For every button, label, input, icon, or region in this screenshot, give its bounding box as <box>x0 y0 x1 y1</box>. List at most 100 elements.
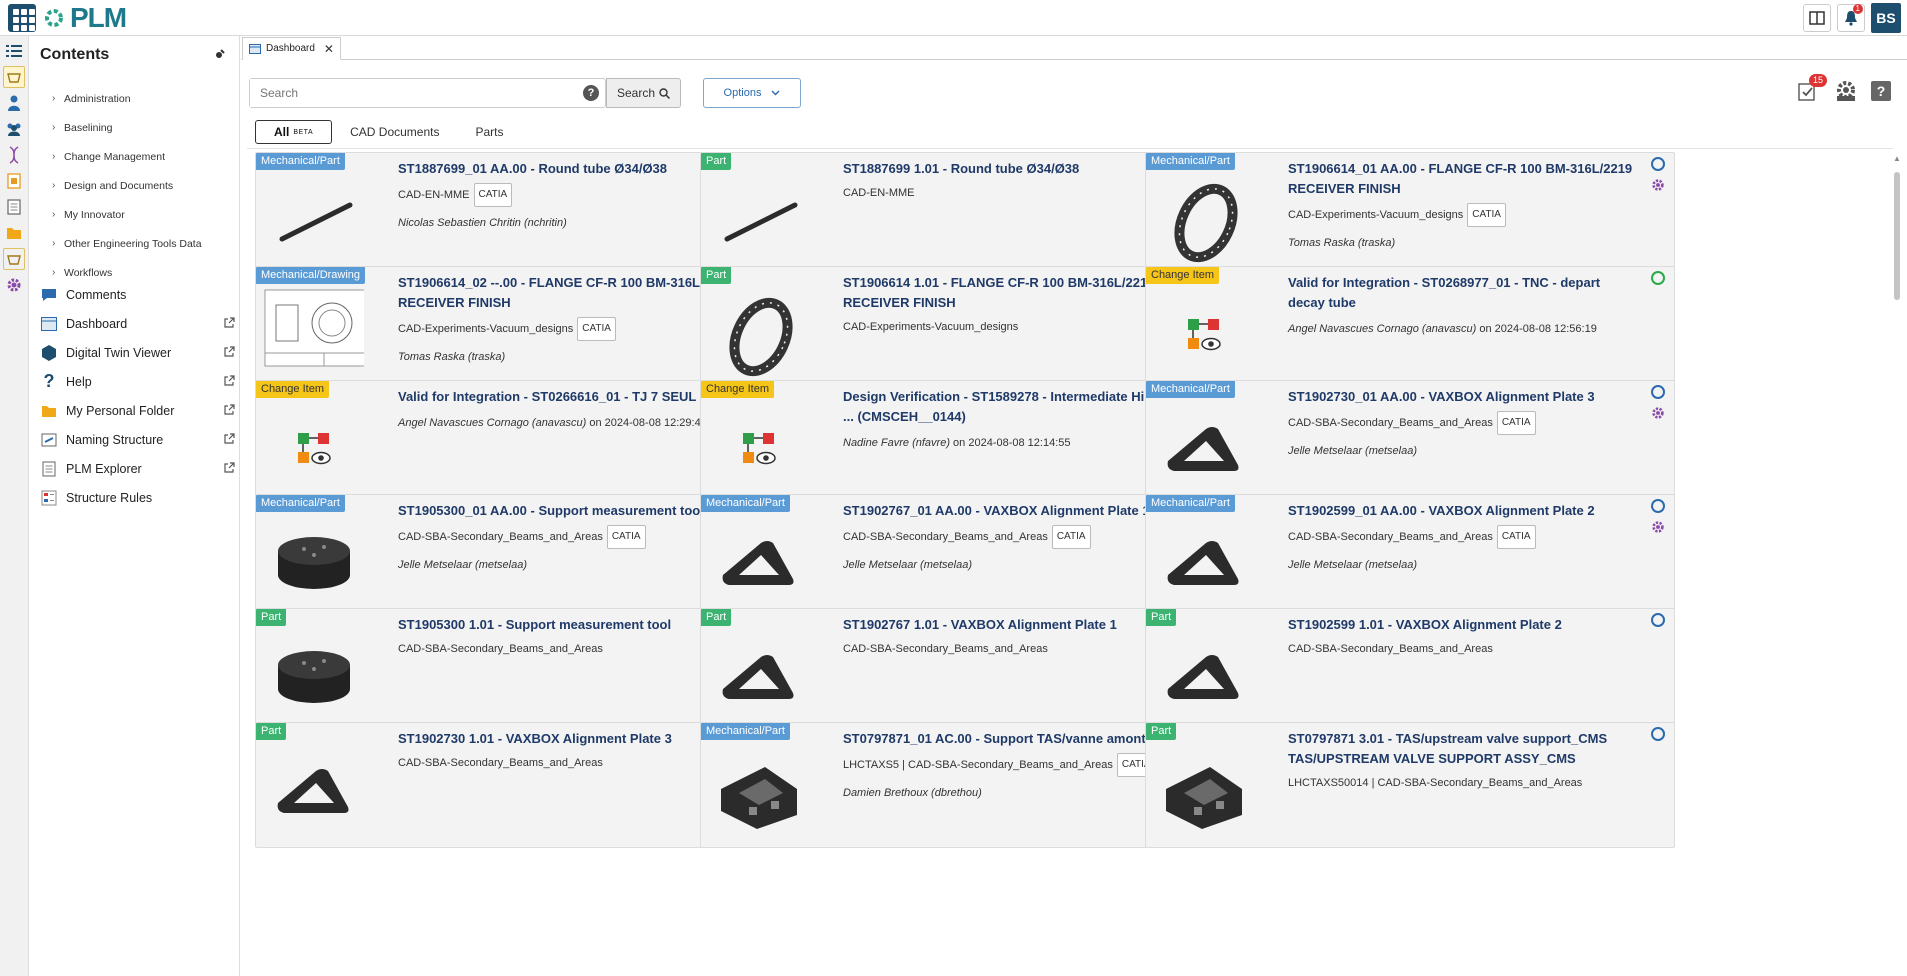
gear-icon[interactable] <box>1651 178 1665 192</box>
beta-settings-button[interactable] <box>1833 78 1859 104</box>
gear-icon[interactable] <box>1651 406 1665 420</box>
thumbnail-image[interactable] <box>1154 631 1254 723</box>
card-date: on 2024-08-08 12:29:44 <box>586 417 707 429</box>
scroll-up-icon[interactable]: ▲ <box>1893 154 1901 163</box>
sidebar-link-dashboard[interactable]: Dashboard <box>40 309 235 338</box>
thumbnail-image[interactable] <box>264 289 364 381</box>
dna-icon[interactable] <box>3 144 25 166</box>
tree-item-other-engineering[interactable]: › Other Engineering Tools Data <box>52 229 232 258</box>
card-title[interactable]: ST0797871_01 AC.00 - Support TAS/vanne a… <box>843 731 1182 746</box>
sidebar-link-naming-structure[interactable]: Naming Structure <box>40 425 235 454</box>
thumbnail-image[interactable] <box>709 745 809 837</box>
card-title[interactable]: ST1902767_01 AA.00 - VAXBOX Alignment Pl… <box>843 503 1150 518</box>
tree-item-change-management[interactable]: › Change Management <box>52 142 232 171</box>
card-title[interactable]: ST1905300_01 AA.00 - Support measurement… <box>398 503 704 518</box>
sidebar-link-comments[interactable]: Comments <box>40 280 235 309</box>
result-card[interactable]: Part ST1902599 1.01 - VAXBOX Alignment Pl… <box>1145 608 1675 734</box>
card-title[interactable]: ST1906614 1.01 - FLANGE CF-R 100 BM-316L… <box>843 275 1154 310</box>
card-title[interactable]: ST1906614_02 --.00 - FLANGE CF-R 100 BM-… <box>398 275 733 310</box>
list-icon[interactable] <box>3 40 25 62</box>
search-button[interactable]: Search <box>606 78 681 108</box>
sidebar-link-my-personal-folder[interactable]: My Personal Folder <box>40 396 235 425</box>
card-title[interactable]: Valid for Integration - ST0268977_01 - T… <box>1288 275 1600 310</box>
tree-item-baselining[interactable]: › Baselining <box>52 113 232 142</box>
external-link-icon[interactable] <box>223 433 235 445</box>
dashboard-icon <box>40 315 58 333</box>
card-title[interactable]: ST1906614_01 AA.00 - FLANGE CF-R 100 BM-… <box>1288 161 1632 196</box>
card-title[interactable]: ST1902599 1.01 - VAXBOX Alignment Plate … <box>1288 617 1562 632</box>
thumbnail-image[interactable] <box>264 403 364 495</box>
sidebar-link-help[interactable]: ? Help <box>40 367 235 396</box>
thumbnail-image[interactable] <box>709 517 809 609</box>
sidebar-link-structure-rules[interactable]: Structure Rules <box>40 483 235 512</box>
thumbnail-image[interactable] <box>709 403 809 495</box>
tab-dashboard[interactable]: Dashboard ✕ <box>242 37 341 60</box>
filter-tab-all[interactable]: All BETA <box>255 120 333 144</box>
thumbnail-image[interactable] <box>1154 403 1254 495</box>
card-title[interactable]: ST1902767 1.01 - VAXBOX Alignment Plate … <box>843 617 1117 632</box>
group-icon[interactable] <box>3 118 25 140</box>
notifications-button[interactable]: 1 <box>1837 4 1865 32</box>
card-title[interactable]: ST1902599_01 AA.00 - VAXBOX Alignment Pl… <box>1288 503 1595 518</box>
tree-item-administration[interactable]: › Administration <box>52 84 232 113</box>
card-title[interactable]: Valid for Integration - ST0266616_01 - T… <box>398 389 696 404</box>
card-title[interactable]: ST1902730_01 AA.00 - VAXBOX Alignment Pl… <box>1288 389 1595 404</box>
search-input[interactable] <box>250 79 583 107</box>
tree-item-design-documents[interactable]: › Design and Documents <box>52 171 232 200</box>
external-link-icon[interactable] <box>223 404 235 416</box>
thumbnail-image[interactable] <box>1154 175 1254 267</box>
pin-icon[interactable] <box>212 48 226 62</box>
gear-icon[interactable] <box>1651 520 1665 534</box>
thumbnail-image[interactable] <box>264 631 364 723</box>
thumbnail-image[interactable] <box>1154 745 1254 837</box>
split-view-button[interactable] <box>1803 4 1831 32</box>
external-link-icon[interactable] <box>223 317 235 329</box>
result-card[interactable]: Mechanical/Part ST1902599_01 AA.00 - VAXB… <box>1145 494 1675 620</box>
close-icon[interactable]: ✕ <box>324 42 334 56</box>
thumbnail-image[interactable] <box>1154 289 1254 381</box>
plm-logo[interactable]: PLM <box>42 2 127 33</box>
thumbnail-image[interactable] <box>264 175 364 267</box>
filter-tab-parts[interactable]: Parts <box>457 120 521 144</box>
person-icon[interactable] <box>3 92 25 114</box>
settings-icon[interactable] <box>3 274 25 296</box>
sidebar-link-digital-twin-viewer[interactable]: Digital Twin Viewer <box>40 338 235 367</box>
result-card[interactable]: Mechanical/Part ST1906614_01 AA.00 - FLAN… <box>1145 152 1675 278</box>
basket-icon[interactable] <box>3 66 25 88</box>
thumbnail-image[interactable] <box>709 631 809 723</box>
scrollbar-thumb[interactable] <box>1894 172 1900 300</box>
tree-item-my-innovator[interactable]: › My Innovator <box>52 200 232 229</box>
external-link-icon[interactable] <box>223 462 235 474</box>
item-type-badge: Mechanical/Part <box>1146 381 1235 398</box>
options-button[interactable]: Options <box>703 78 801 108</box>
sidebar-link-plm-explorer[interactable]: PLM Explorer <box>40 454 235 483</box>
help-button[interactable]: ? <box>1871 81 1891 101</box>
filter-tab-cad[interactable]: CAD Documents <box>332 120 457 144</box>
user-avatar[interactable]: BS <box>1871 3 1901 33</box>
card-title[interactable]: ST1887699 1.01 - Round tube Ø34/Ø38 <box>843 161 1079 176</box>
result-card[interactable]: Change Item Valid for Integration - ST026… <box>1145 266 1675 392</box>
result-card[interactable]: Mechanical/Part ST1902730_01 AA.00 - VAXB… <box>1145 380 1675 506</box>
filter-tabs: All BETA CAD Documents Parts <box>255 120 522 144</box>
thumbnail-image[interactable] <box>709 175 809 267</box>
thumbnail-image[interactable] <box>1154 517 1254 609</box>
card-title[interactable]: Design Verification - ST1589278 - Interm… <box>843 389 1175 424</box>
thumbnail-image[interactable] <box>264 517 364 609</box>
card-title[interactable]: ST1902730 1.01 - VAXBOX Alignment Plate … <box>398 731 672 746</box>
folder-icon[interactable] <box>3 222 25 244</box>
app-grid-icon[interactable] <box>8 4 36 32</box>
basket-alt-icon[interactable] <box>3 248 25 270</box>
external-link-icon[interactable] <box>223 375 235 387</box>
card-title[interactable]: ST0797871 3.01 - TAS/upstream valve supp… <box>1288 731 1607 766</box>
thumbnail-image[interactable] <box>709 289 809 381</box>
card-title[interactable]: ST1887699_01 AA.00 - Round tube Ø34/Ø38 <box>398 161 667 176</box>
result-card[interactable]: Part ST0797871 3.01 - TAS/upstream valve … <box>1145 722 1675 848</box>
scrollbar[interactable]: ▲ <box>1893 154 1901 974</box>
doc-icon[interactable] <box>3 196 25 218</box>
search-help-icon[interactable]: ? <box>583 85 599 101</box>
card-title[interactable]: ST1905300 1.01 - Support measurement too… <box>398 617 671 632</box>
tasks-button[interactable]: 15 <box>1795 74 1827 104</box>
thumbnail-image[interactable] <box>264 745 364 837</box>
doc-orange-icon[interactable] <box>3 170 25 192</box>
external-link-icon[interactable] <box>223 346 235 358</box>
